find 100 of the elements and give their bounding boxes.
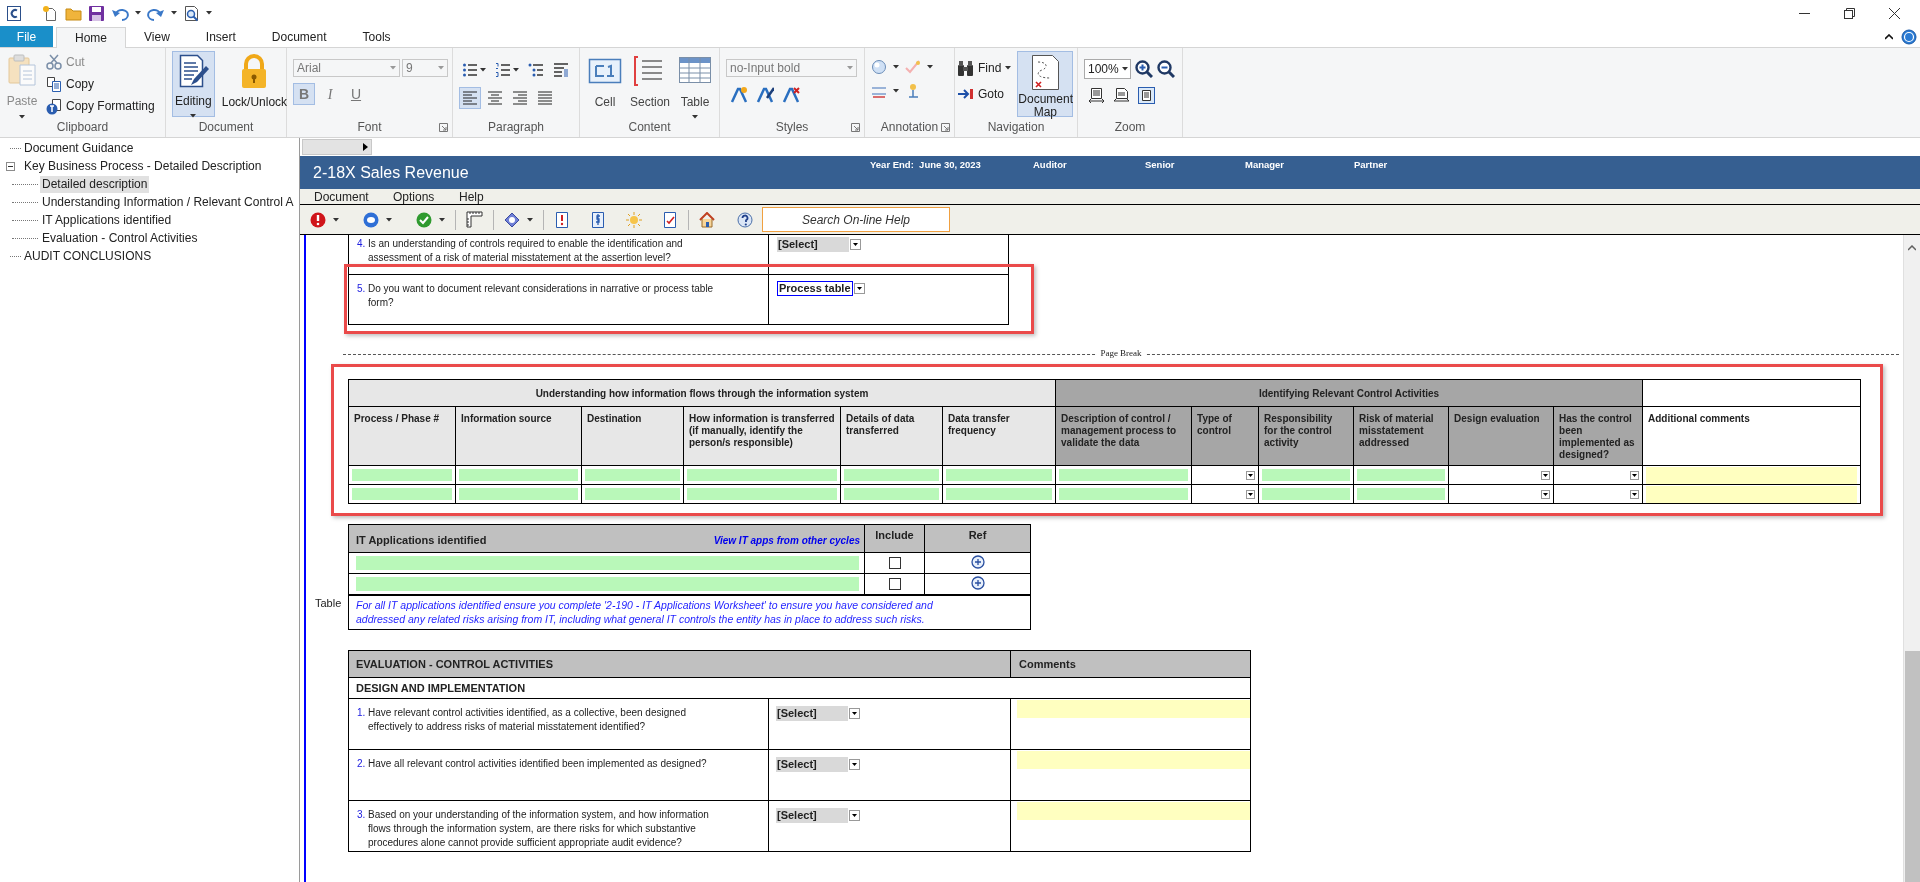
zoom-out-icon[interactable] <box>1157 60 1175 78</box>
paragraph-icon[interactable] <box>553 62 569 78</box>
collapse-icon[interactable] <box>6 161 15 171</box>
bullet-list-icon[interactable] <box>462 62 478 78</box>
input-field[interactable] <box>585 469 680 481</box>
input-field[interactable] <box>946 469 1053 481</box>
ruler-icon[interactable] <box>466 211 483 228</box>
add-circle-icon[interactable] <box>970 554 985 569</box>
print-preview-icon[interactable] <box>183 4 200 22</box>
ribbon-button[interactable]: Section <box>628 51 673 117</box>
help-icon[interactable] <box>737 211 753 228</box>
input-field[interactable] <box>459 469 578 481</box>
caret-icon[interactable] <box>527 217 533 222</box>
style-dropdown[interactable]: no-Input bold <box>726 59 857 77</box>
document-map-button[interactable]: Document Map <box>1017 51 1074 117</box>
error-icon[interactable] <box>310 211 326 228</box>
input-field[interactable] <box>459 488 578 500</box>
scrollbar[interactable] <box>302 139 372 155</box>
comment-field[interactable] <box>1017 802 1250 820</box>
font-name-dropdown[interactable]: Arial <box>293 59 400 77</box>
diamond-icon[interactable] <box>504 211 520 228</box>
format-button[interactable]: I <box>319 83 341 105</box>
input-field[interactable] <box>1059 469 1189 481</box>
ribbon-tab[interactable]: View <box>126 26 188 47</box>
view-apps-link[interactable]: View IT apps from other cycles <box>713 533 860 548</box>
input-field[interactable] <box>1357 469 1446 481</box>
ribbon-button[interactable]: Goto <box>955 83 1014 105</box>
input-field[interactable] <box>1357 488 1446 500</box>
align-left-icon[interactable] <box>462 90 478 106</box>
tree-item[interactable]: Understanding Information / Relevant Control A <box>40 193 296 211</box>
circle-icon[interactable] <box>871 59 887 75</box>
select-dropdown[interactable]: [Select] <box>776 757 1010 772</box>
scroll-up-icon[interactable] <box>1908 245 1916 251</box>
input-field[interactable] <box>1059 488 1189 500</box>
tree-item[interactable]: Detailed description <box>40 175 150 193</box>
comment-icon[interactable] <box>363 211 379 228</box>
caret-icon[interactable] <box>480 68 486 72</box>
ribbon-tab[interactable]: File <box>0 26 53 47</box>
menu-item[interactable]: Help <box>459 187 509 206</box>
comment-field[interactable] <box>1646 466 1858 484</box>
caret-icon[interactable] <box>893 89 899 93</box>
justify-icon[interactable] <box>537 90 553 106</box>
home-icon[interactable] <box>699 211 715 228</box>
style-edit-icon[interactable] <box>756 86 774 103</box>
caret-icon[interactable] <box>135 11 141 15</box>
style-remove-icon[interactable] <box>782 86 800 103</box>
ribbon-tab[interactable]: Insert <box>187 26 254 47</box>
menu-item[interactable]: Options <box>393 187 459 206</box>
new-document-icon[interactable] <box>42 4 59 22</box>
ribbon-button[interactable]: Find <box>955 57 1014 79</box>
comment-field[interactable] <box>1017 751 1250 769</box>
checkbox[interactable] <box>888 557 901 569</box>
add-circle-icon[interactable] <box>970 575 985 590</box>
zoom-in-icon[interactable] <box>1135 60 1153 78</box>
page-fit-icon[interactable] <box>1113 87 1130 104</box>
editing-button[interactable]: Editing <box>172 51 215 117</box>
checkbox[interactable] <box>888 578 901 590</box>
zoom-dropdown[interactable]: 100% <box>1084 59 1131 79</box>
caret-icon[interactable] <box>171 11 177 15</box>
tree-item[interactable]: AUDIT CONCLUSIONS <box>22 247 154 265</box>
input-field[interactable] <box>352 488 452 500</box>
ribbon-button[interactable]: Table <box>676 51 715 117</box>
multilevel-list-icon[interactable] <box>528 62 544 78</box>
tree-item[interactable]: IT Applications identified <box>40 211 174 229</box>
check-icon[interactable] <box>416 211 432 228</box>
folder-icon[interactable] <box>65 5 82 21</box>
input-field[interactable] <box>844 469 939 481</box>
dialog-launcher-icon[interactable] <box>851 123 860 133</box>
ribbon-tab[interactable]: Document <box>253 26 345 47</box>
format-button[interactable]: U <box>345 83 367 105</box>
style-add-icon[interactable] <box>730 86 748 103</box>
checked-document-icon[interactable] <box>662 211 678 228</box>
font-size-dropdown[interactable]: 9 <box>402 59 448 77</box>
collapse-ribbon-icon[interactable] <box>1885 33 1893 40</box>
input-field[interactable] <box>352 469 452 481</box>
full-page-icon[interactable] <box>1138 87 1155 104</box>
ribbon-button[interactable]: Cell <box>586 51 624 117</box>
tree-item[interactable]: Document Guidance <box>22 139 136 157</box>
select-dropdown[interactable]: [Select] <box>776 706 1010 721</box>
input-field[interactable] <box>687 469 837 481</box>
comment-field[interactable] <box>1646 485 1858 503</box>
page-width-icon[interactable] <box>1088 87 1105 104</box>
input-field[interactable] <box>844 488 939 500</box>
select-dropdown[interactable]: Process table <box>777 281 1008 296</box>
input-field[interactable] <box>585 488 680 500</box>
select-dropdown[interactable]: [Select] <box>777 237 1008 252</box>
input-field[interactable] <box>356 577 859 591</box>
restore-icon[interactable] <box>1844 7 1855 19</box>
caret-icon[interactable] <box>386 217 392 222</box>
lock-button[interactable]: Lock/Unlock <box>218 51 291 117</box>
close-icon[interactable] <box>1889 7 1900 19</box>
input-field[interactable] <box>946 488 1053 500</box>
ribbon-tab[interactable]: Tools <box>344 26 409 47</box>
caret-icon[interactable] <box>513 68 519 72</box>
alert-document-icon[interactable] <box>554 211 570 228</box>
input-field[interactable] <box>1262 469 1351 481</box>
align-right-icon[interactable] <box>512 90 528 106</box>
scroll-thumb[interactable] <box>1904 651 1920 882</box>
ribbon-button[interactable]: Copy Formatting <box>44 95 157 117</box>
caret-icon[interactable] <box>206 11 212 15</box>
